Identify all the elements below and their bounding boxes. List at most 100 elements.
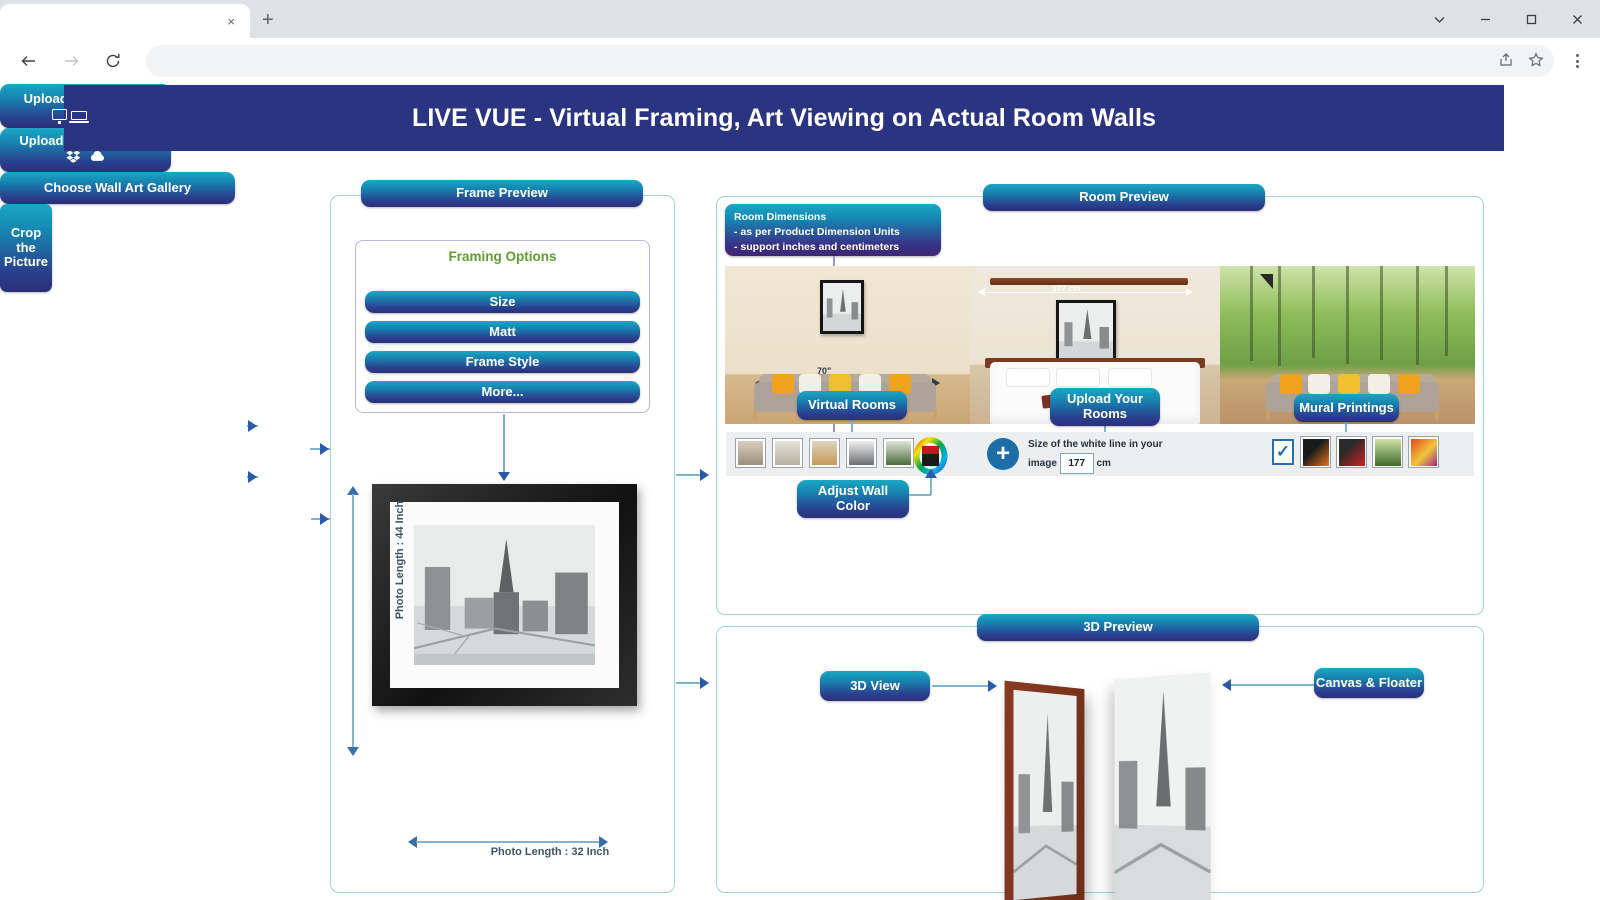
arrow-head <box>700 469 709 481</box>
kebab-menu-icon[interactable] <box>1562 54 1592 68</box>
window-controls <box>1416 0 1600 38</box>
cushion <box>1338 374 1360 394</box>
chevron-down-icon[interactable] <box>1416 0 1462 38</box>
cushion <box>1398 374 1420 394</box>
mural-thumbnail-image <box>1410 438 1437 466</box>
sofa-leg <box>752 409 758 421</box>
virtual-rooms-button[interactable]: Virtual Rooms <box>797 391 907 420</box>
sofa-leg <box>932 409 938 421</box>
arrow-head <box>320 443 329 455</box>
room-preview-tab[interactable]: Room Preview <box>983 184 1265 211</box>
option-size-button[interactable]: Size <box>365 291 640 313</box>
tree-trunk <box>1346 266 1349 364</box>
option-matt-label: Matt <box>489 323 516 339</box>
page-content: LIVE VUE - Virtual Framing, Art Viewing … <box>0 84 1600 900</box>
virtual-rooms-label: Virtual Rooms <box>808 397 896 413</box>
frame-preview-tab[interactable]: Frame Preview <box>361 180 643 207</box>
desktop-icon <box>52 108 67 124</box>
room-dimensions-box[interactable]: Room Dimensions - as per Product Dimensi… <box>725 204 941 256</box>
cushion <box>1368 374 1390 394</box>
framed-3d-preview[interactable] <box>1004 680 1085 900</box>
room-dimensions-title: Room Dimensions <box>734 211 827 223</box>
close-window-icon[interactable] <box>1554 0 1600 38</box>
wall-light-bar <box>990 278 1188 285</box>
arrow-head-right <box>1186 288 1193 296</box>
mural-printings-button[interactable]: Mural Printings <box>1294 394 1399 422</box>
option-frame-style-button[interactable]: Frame Style <box>365 351 640 373</box>
mural-thumbnail[interactable] <box>1336 436 1367 468</box>
maximize-icon[interactable] <box>1508 0 1554 38</box>
reload-icon[interactable] <box>96 44 130 78</box>
dimension-line <box>352 494 354 748</box>
view-3d-button[interactable]: 3D View <box>820 671 930 701</box>
page-banner: LIVE VUE - Virtual Framing, Art Viewing … <box>64 85 1504 151</box>
dropbox-icon <box>66 150 81 167</box>
arrow-head <box>498 472 510 481</box>
room-thumbnail-image <box>849 441 874 465</box>
crop-label-line1: Crop <box>10 224 42 240</box>
back-icon[interactable] <box>12 44 46 78</box>
add-room-button[interactable]: + <box>987 438 1019 470</box>
white-line-input[interactable]: 177 <box>1059 453 1094 474</box>
page-title: LIVE VUE - Virtual Framing, Art Viewing … <box>411 103 1157 132</box>
room-preview-label: Room Preview <box>1079 189 1169 205</box>
upload-your-rooms-button[interactable]: Upload Your Rooms <box>1050 388 1160 426</box>
room-thumbnail[interactable] <box>772 438 803 468</box>
wall-artwork-image <box>1059 303 1113 363</box>
browser-toolbar <box>0 38 1600 84</box>
photo-width-label: Photo Length : 32 Inch <box>490 846 610 858</box>
adjust-wall-color-button[interactable]: Adjust Wall Color <box>797 480 909 518</box>
wall-artwork-image <box>823 283 861 331</box>
mural-thumbnail[interactable] <box>1408 436 1439 468</box>
mural-thumbnail[interactable] <box>1300 436 1331 468</box>
adjust-wall-line2: Color <box>836 498 870 513</box>
room-thumbnail[interactable] <box>846 438 877 468</box>
room-thumbnail-image <box>775 441 800 465</box>
white-line-size-group: Size of the white line in your image 177… <box>1028 436 1162 474</box>
tree-trunk <box>1416 266 1419 365</box>
arrow-head <box>925 469 937 478</box>
arrow-head-down <box>347 747 359 756</box>
room-dimensions-line2: - as per Product Dimension Units <box>734 226 900 239</box>
preview-3d-tab[interactable]: 3D Preview <box>977 614 1259 641</box>
cushion <box>772 374 794 394</box>
cushion <box>1280 374 1302 394</box>
canvas-3d-preview[interactable] <box>1114 672 1211 900</box>
artwork-image <box>414 525 595 665</box>
white-line-label-2-row: image 177 cm <box>1028 453 1162 474</box>
sofa-leg <box>1265 409 1271 421</box>
share-icon[interactable] <box>1498 52 1514 71</box>
address-bar[interactable] <box>146 45 1554 77</box>
mural-thumbnail-list <box>1300 436 1439 468</box>
minimize-icon[interactable] <box>1462 0 1508 38</box>
mural-checkbox[interactable]: ✓ <box>1272 439 1294 465</box>
room-thumbnail[interactable] <box>809 438 840 468</box>
tree-trunk <box>1380 266 1383 360</box>
mural-thumbnail[interactable] <box>1372 436 1403 468</box>
corner-marker <box>1260 274 1273 289</box>
photo-height-dimension <box>346 486 360 756</box>
choose-wall-art-gallery-button[interactable]: Choose Wall Art Gallery <box>0 172 235 204</box>
new-tab-button[interactable]: + <box>262 9 274 32</box>
star-icon[interactable] <box>1528 51 1544 71</box>
framed-photo-preview[interactable] <box>372 484 637 706</box>
omnibox-actions <box>1498 51 1544 71</box>
option-more-button[interactable]: More... <box>365 381 640 403</box>
room-thumbnail[interactable] <box>883 438 914 468</box>
browser-tab[interactable]: × <box>0 4 250 38</box>
view-3d-label: 3D View <box>850 677 900 693</box>
close-icon[interactable]: × <box>222 12 240 31</box>
room-thumbnail[interactable] <box>735 438 766 468</box>
wall-gallery-label: Choose Wall Art Gallery <box>43 179 192 195</box>
room-thumbnail-list <box>735 438 914 468</box>
option-size-label: Size <box>489 293 516 309</box>
crop-the-picture-button[interactable]: Crop the Picture <box>0 204 52 292</box>
framing-options-list: Size Matt Frame Style More... <box>355 284 650 413</box>
option-matt-button[interactable]: Matt <box>365 321 640 343</box>
forward-icon[interactable] <box>54 44 88 78</box>
crop-label-line2: the <box>16 239 36 255</box>
canvas-floater-button[interactable]: Canvas & Floater <box>1314 668 1424 698</box>
preview-3d-panel <box>716 626 1484 893</box>
browser-window: × + LIVE VUE - Virtual Framing, Art View… <box>0 0 1600 900</box>
dimension-line <box>416 841 600 843</box>
